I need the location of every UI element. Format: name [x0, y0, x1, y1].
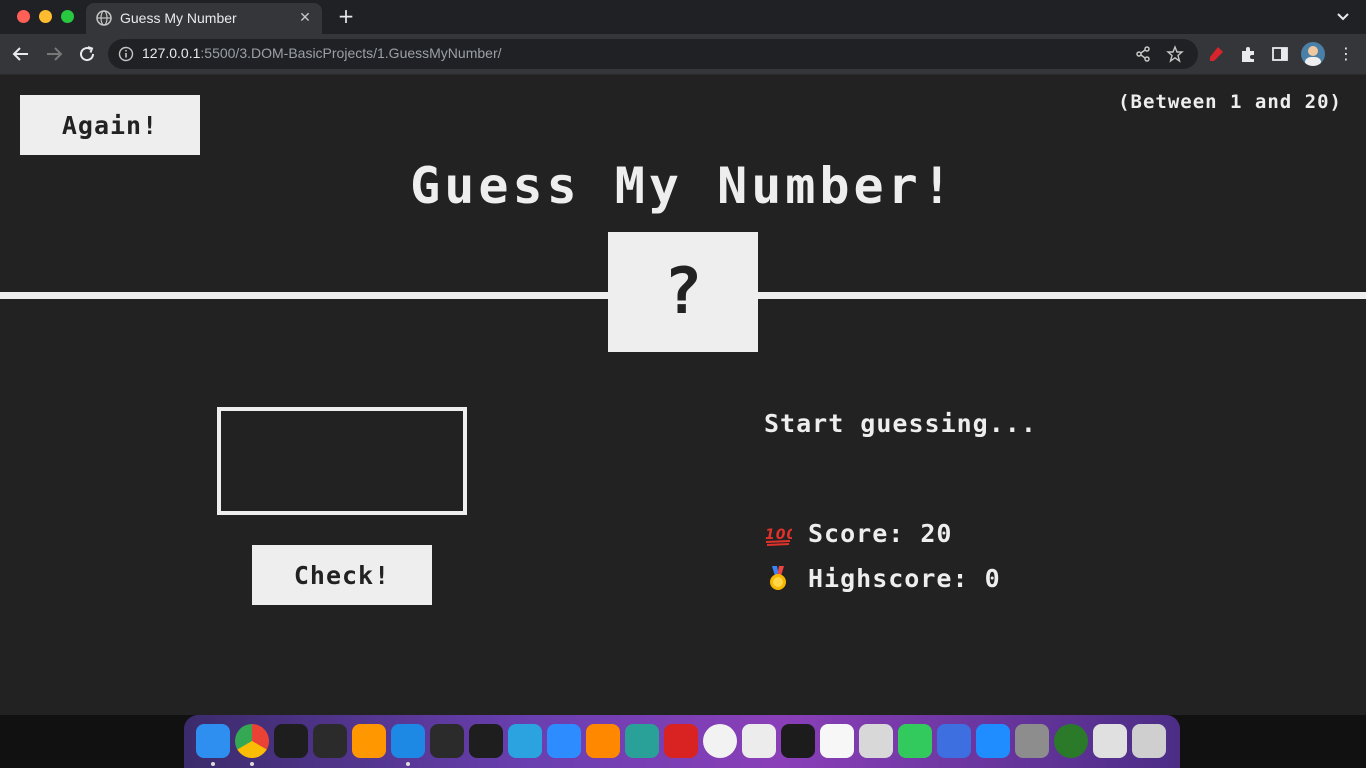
- app-store-icon[interactable]: [976, 724, 1010, 758]
- pycharm-icon[interactable]: [430, 724, 464, 758]
- back-arrow-icon[interactable]: [10, 43, 32, 65]
- terminal-icon[interactable]: [274, 724, 308, 758]
- dock: [184, 715, 1180, 768]
- highlighter-extension-icon[interactable]: [1206, 44, 1226, 64]
- score-row: 100 Score: 20: [764, 519, 952, 549]
- side-panel-icon[interactable]: [1270, 44, 1290, 64]
- highscore-row: Highscore: 0: [764, 564, 1001, 594]
- highscore-label: Highscore:: [808, 564, 969, 593]
- tab-guess-my-number[interactable]: Guess My Number ✕: [86, 3, 322, 34]
- acrobat-icon[interactable]: [664, 724, 698, 758]
- game-page: Again! (Between 1 and 20) Guess My Numbe…: [0, 75, 1366, 715]
- secret-number-box: ?: [608, 232, 758, 352]
- tab-title: Guess My Number: [120, 10, 237, 26]
- forward-arrow-icon[interactable]: [43, 43, 65, 65]
- chrome-icon[interactable]: [235, 724, 269, 758]
- downloader-icon[interactable]: [859, 724, 893, 758]
- page-title: Guess My Number!: [410, 157, 956, 215]
- finder-icon[interactable]: [196, 724, 230, 758]
- globe-icon: [96, 10, 112, 26]
- address-bar[interactable]: 127.0.0.1:5500/3.DOM-BasicProjects/1.Gue…: [108, 39, 1198, 69]
- new-tab-button[interactable]: +: [336, 6, 356, 26]
- url-text: 127.0.0.1:5500/3.DOM-BasicProjects/1.Gue…: [142, 45, 502, 61]
- close-window-button[interactable]: [17, 10, 30, 23]
- hundred-points-icon: 100: [765, 527, 792, 546]
- again-button[interactable]: Again!: [20, 95, 200, 155]
- browser-tab-bar: Guess My Number ✕ +: [0, 0, 1366, 34]
- telegram-icon[interactable]: [508, 724, 542, 758]
- extensions-puzzle-icon[interactable]: [1238, 44, 1258, 64]
- textedit-icon[interactable]: [742, 724, 776, 758]
- status-message: Start guessing...: [764, 409, 1037, 438]
- system-preferences-icon[interactable]: [1015, 724, 1049, 758]
- tab-close-icon[interactable]: ✕: [296, 9, 314, 27]
- share-icon[interactable]: [1134, 45, 1152, 63]
- zoom-icon[interactable]: [547, 724, 581, 758]
- reminders-icon[interactable]: [820, 724, 854, 758]
- toggles-icon[interactable]: [937, 724, 971, 758]
- bookmark-star-icon[interactable]: [1166, 45, 1184, 63]
- puzzle-app-icon[interactable]: [898, 724, 932, 758]
- minimize-window-button[interactable]: [39, 10, 52, 23]
- person-icon: [1305, 46, 1321, 66]
- range-hint: (Between 1 and 20): [1118, 91, 1342, 113]
- score-label: Score:: [808, 519, 905, 548]
- highscore-value: 0: [984, 564, 1001, 593]
- check-button[interactable]: Check!: [252, 545, 432, 605]
- green-circle-icon[interactable]: [1054, 724, 1088, 758]
- more-menu-icon[interactable]: ⋮: [1336, 44, 1356, 64]
- score-value: 20: [920, 519, 953, 548]
- obs-icon[interactable]: [313, 724, 347, 758]
- gold-medal-icon: [770, 566, 786, 590]
- intellij-icon[interactable]: [469, 724, 503, 758]
- running-indicator: [406, 762, 410, 766]
- guess-input[interactable]: [217, 407, 467, 515]
- battery-icon[interactable]: [1093, 724, 1127, 758]
- info-icon[interactable]: [118, 46, 134, 62]
- running-indicator: [211, 762, 215, 766]
- browser-toolbar: 127.0.0.1:5500/3.DOM-BasicProjects/1.Gue…: [0, 34, 1366, 75]
- running-indicator: [250, 762, 254, 766]
- chevron-down-icon[interactable]: [1334, 8, 1352, 26]
- desktop-bottom: [0, 715, 1366, 768]
- profile-avatar[interactable]: [1301, 42, 1325, 66]
- activity-monitor-icon[interactable]: [781, 724, 815, 758]
- reload-icon[interactable]: [76, 43, 98, 65]
- claquette-icon[interactable]: [625, 724, 659, 758]
- trash-icon[interactable]: [1132, 724, 1166, 758]
- clock-icon[interactable]: [703, 724, 737, 758]
- sublime-text-icon[interactable]: [352, 724, 386, 758]
- vlc-icon[interactable]: [586, 724, 620, 758]
- maximize-window-button[interactable]: [61, 10, 74, 23]
- vscode-icon[interactable]: [391, 724, 425, 758]
